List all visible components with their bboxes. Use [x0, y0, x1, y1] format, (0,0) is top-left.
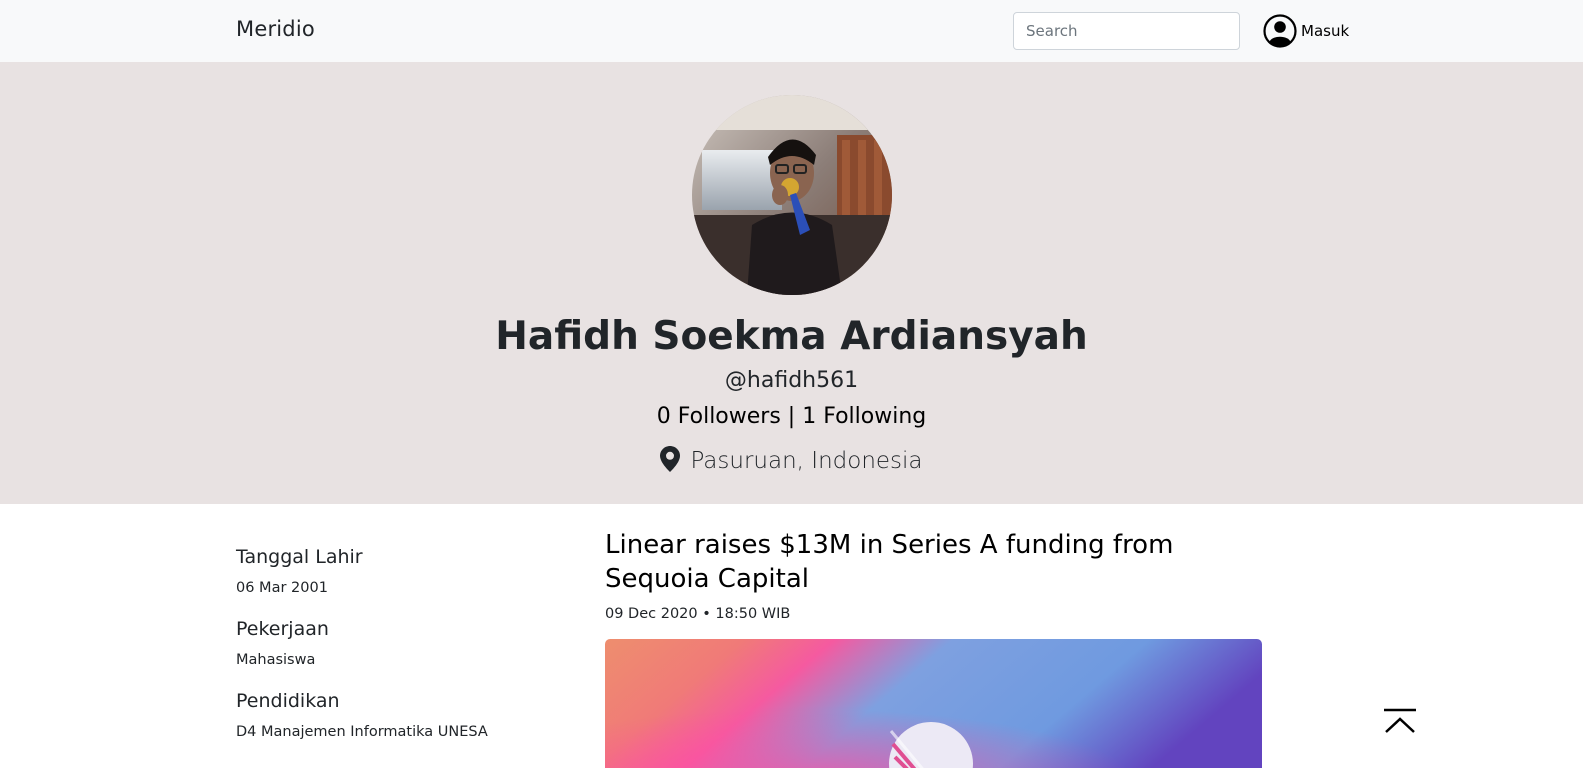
login-button[interactable]: Masuk	[1263, 14, 1349, 48]
brand-link[interactable]: Meridio	[236, 17, 315, 41]
profile-header: Hafidh Soekma Ardiansyah @hafidh561 0 Fo…	[0, 62, 1583, 504]
info-value-birthdate: 06 Mar 2001	[236, 580, 328, 596]
profile-name: Hafidh Soekma Ardiansyah	[495, 314, 1088, 359]
map-marker-icon	[660, 446, 681, 476]
info-label-birthdate: Tanggal Lahir	[236, 546, 363, 568]
location-text: Pasuruan, Indonesia	[690, 448, 923, 474]
article-title[interactable]: Linear raises $13M in Series A funding f…	[605, 528, 1275, 596]
login-label: Masuk	[1301, 22, 1350, 40]
chevron-up-bar-icon	[1382, 708, 1418, 740]
article-image[interactable]	[605, 639, 1262, 768]
info-value-education: D4 Manajemen Informatika UNESA	[236, 724, 488, 740]
navbar: Meridio Masuk	[0, 0, 1583, 62]
follow-counts[interactable]: 0 Followers | 1 Following	[0, 404, 1583, 429]
article-meta: 09 Dec 2020 • 18:50 WIB	[605, 606, 791, 622]
profile-username: @hafidh561	[724, 368, 859, 393]
profile-location: Pasuruan, Indonesia	[0, 446, 1583, 476]
avatar	[692, 95, 892, 295]
info-value-occupation: Mahasiswa	[236, 652, 316, 668]
back-to-top-button[interactable]	[1382, 708, 1418, 736]
search-input[interactable]	[1013, 12, 1240, 50]
info-label-education: Pendidikan	[236, 690, 340, 712]
info-label-occupation: Pekerjaan	[236, 618, 329, 640]
user-circle-icon	[1263, 14, 1297, 48]
